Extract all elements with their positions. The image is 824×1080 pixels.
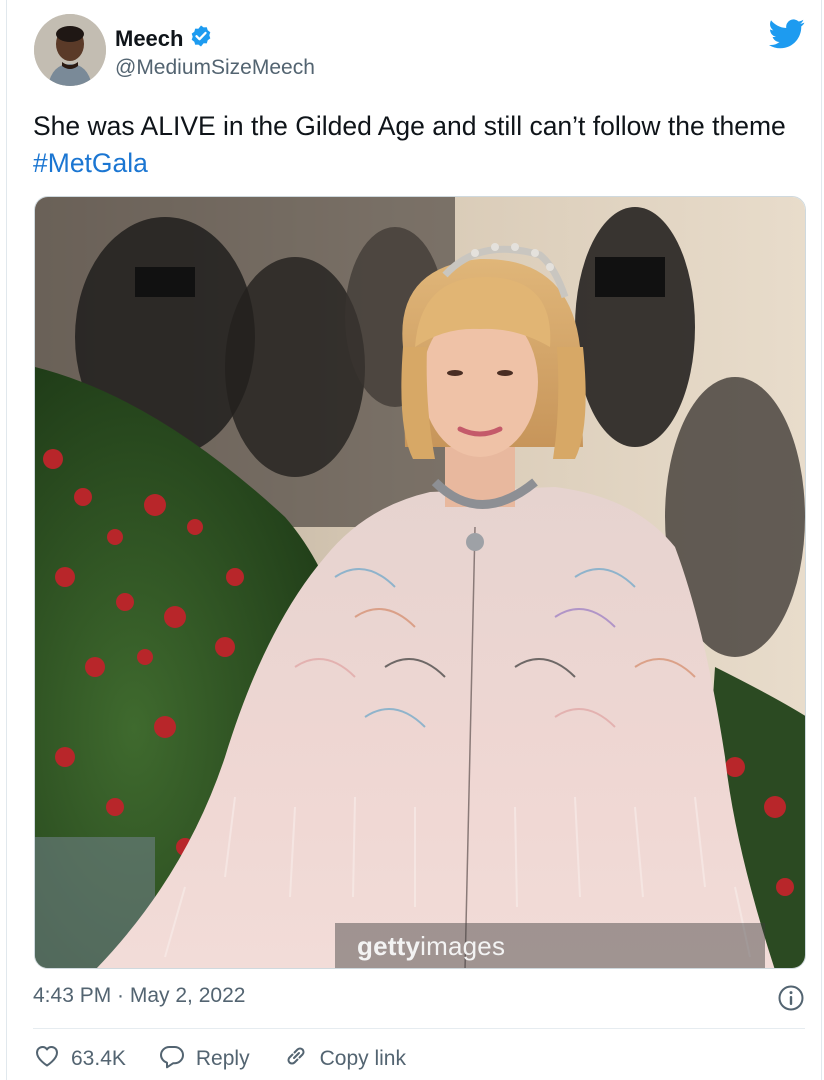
- watermark-light: images: [420, 931, 506, 961]
- avatar-image: [34, 14, 106, 86]
- copy-link-button[interactable]: Copy link: [282, 1042, 406, 1076]
- tweet-photo[interactable]: gettyimages: [34, 196, 806, 969]
- photo-illustration: [35, 197, 805, 968]
- copy-link-label: Copy link: [319, 1047, 406, 1070]
- avatar[interactable]: [34, 14, 106, 86]
- reply-icon: [158, 1042, 186, 1076]
- tweet-actions: 63.4K Reply Copy link: [33, 1042, 438, 1076]
- info-icon[interactable]: [777, 984, 805, 1012]
- verified-badge-icon: [189, 24, 213, 53]
- author-name-row[interactable]: Meech: [115, 24, 213, 53]
- tweet-timestamp[interactable]: 4:43 PM · May 2, 2022: [33, 984, 245, 1008]
- twitter-bird-icon[interactable]: [769, 18, 805, 50]
- hashtag-link[interactable]: #MetGala: [33, 148, 148, 178]
- watermark-bold: getty: [357, 931, 421, 961]
- author-handle[interactable]: @MediumSizeMeech: [115, 56, 315, 80]
- heart-icon: [33, 1042, 61, 1076]
- divider: [33, 1028, 805, 1029]
- like-button[interactable]: 63.4K: [33, 1042, 126, 1076]
- reply-button[interactable]: Reply: [158, 1042, 250, 1076]
- author-display-name[interactable]: Meech: [115, 26, 183, 52]
- getty-watermark: gettyimages: [357, 931, 505, 962]
- like-count: 63.4K: [71, 1047, 126, 1070]
- link-icon: [282, 1042, 310, 1076]
- tweet-card: Meech @MediumSizeMeech She was ALIVE in …: [6, 0, 822, 1080]
- reply-label: Reply: [195, 1047, 250, 1070]
- tweet-body: She was ALIVE in the Gilded Age and stil…: [33, 111, 786, 141]
- tweet-text: She was ALIVE in the Gilded Age and stil…: [33, 108, 823, 182]
